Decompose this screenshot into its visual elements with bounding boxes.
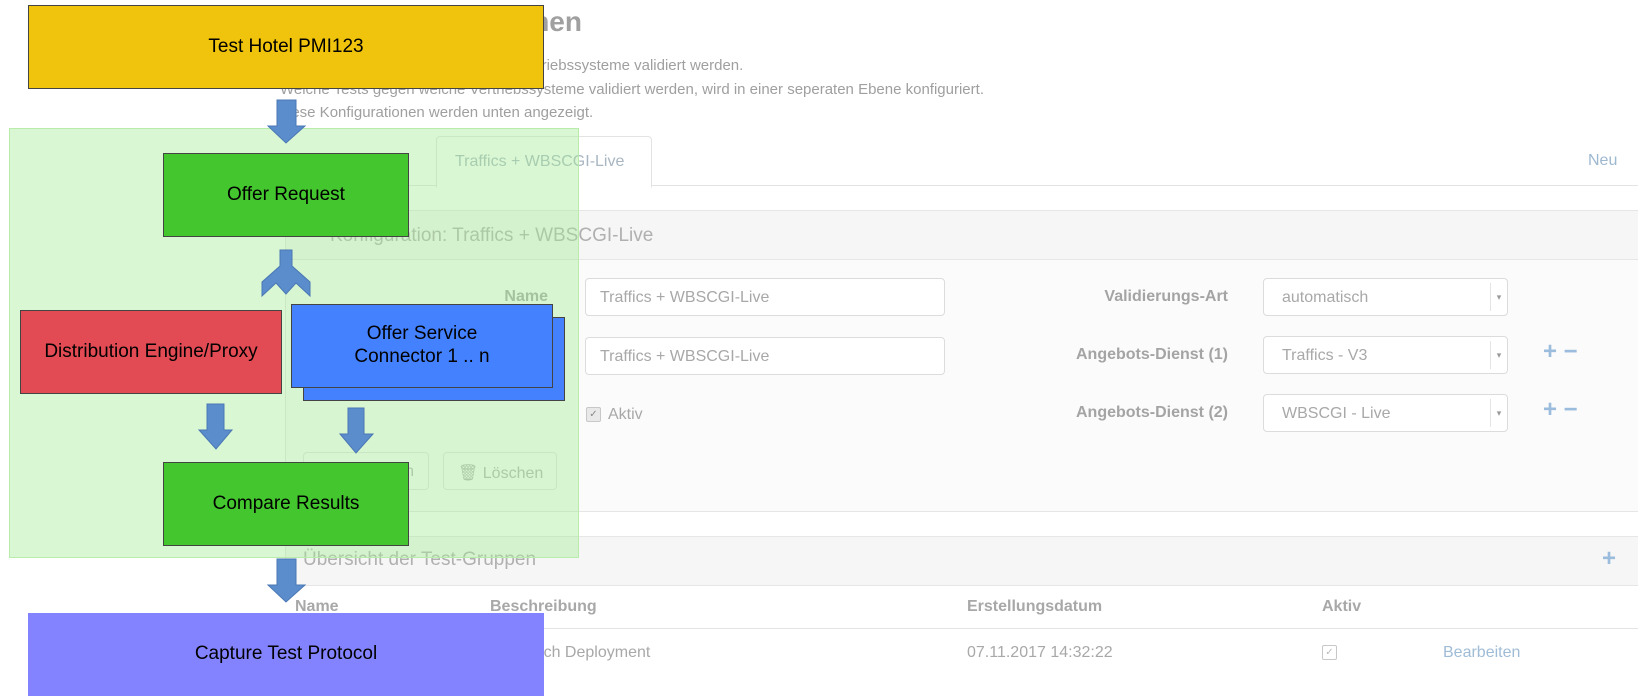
split-arrow-icon xyxy=(261,249,311,298)
arrow-down-icon xyxy=(266,558,307,603)
arrow-down-icon xyxy=(338,407,375,454)
arrow-down-icon xyxy=(266,99,307,144)
arrow-down-icon xyxy=(197,403,234,450)
node-offer-request: Offer Request xyxy=(163,153,409,237)
node-offer-service-connector: Offer Service Connector 1 .. n xyxy=(291,304,553,388)
node-compare-results: Compare Results xyxy=(163,462,409,546)
node-capture-protocol: Capture Test Protocol xyxy=(28,613,544,696)
node-test-hotel: Test Hotel PMI123 xyxy=(28,5,544,89)
node-distribution-engine: Distribution Engine/Proxy xyxy=(20,310,282,394)
